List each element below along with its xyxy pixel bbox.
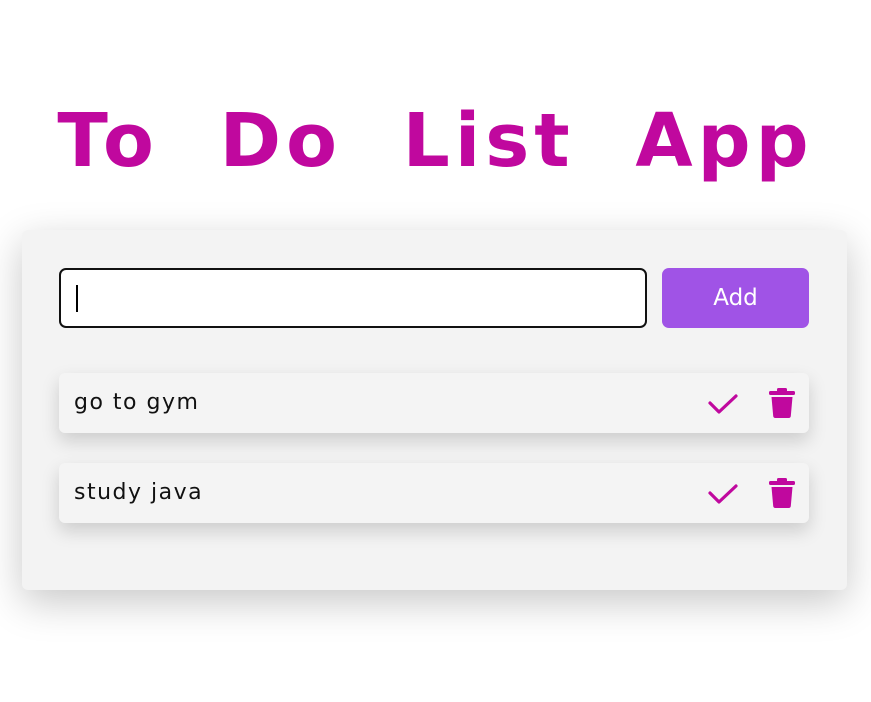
task-input[interactable] (59, 268, 647, 328)
todo-card: Add go to gym study java (22, 230, 847, 590)
page-title: To Do List App (57, 98, 814, 184)
page: To Do List App Add go to gym study java (0, 0, 871, 702)
task-item: study java (59, 463, 809, 523)
check-icon[interactable] (707, 387, 739, 419)
trash-icon[interactable] (766, 477, 798, 509)
task-item: go to gym (59, 373, 809, 433)
text-caret (76, 285, 78, 312)
add-button[interactable]: Add (662, 268, 809, 328)
task-text: go to gym (74, 390, 200, 415)
check-icon[interactable] (707, 477, 739, 509)
task-text: study java (74, 480, 204, 505)
trash-icon[interactable] (766, 387, 798, 419)
